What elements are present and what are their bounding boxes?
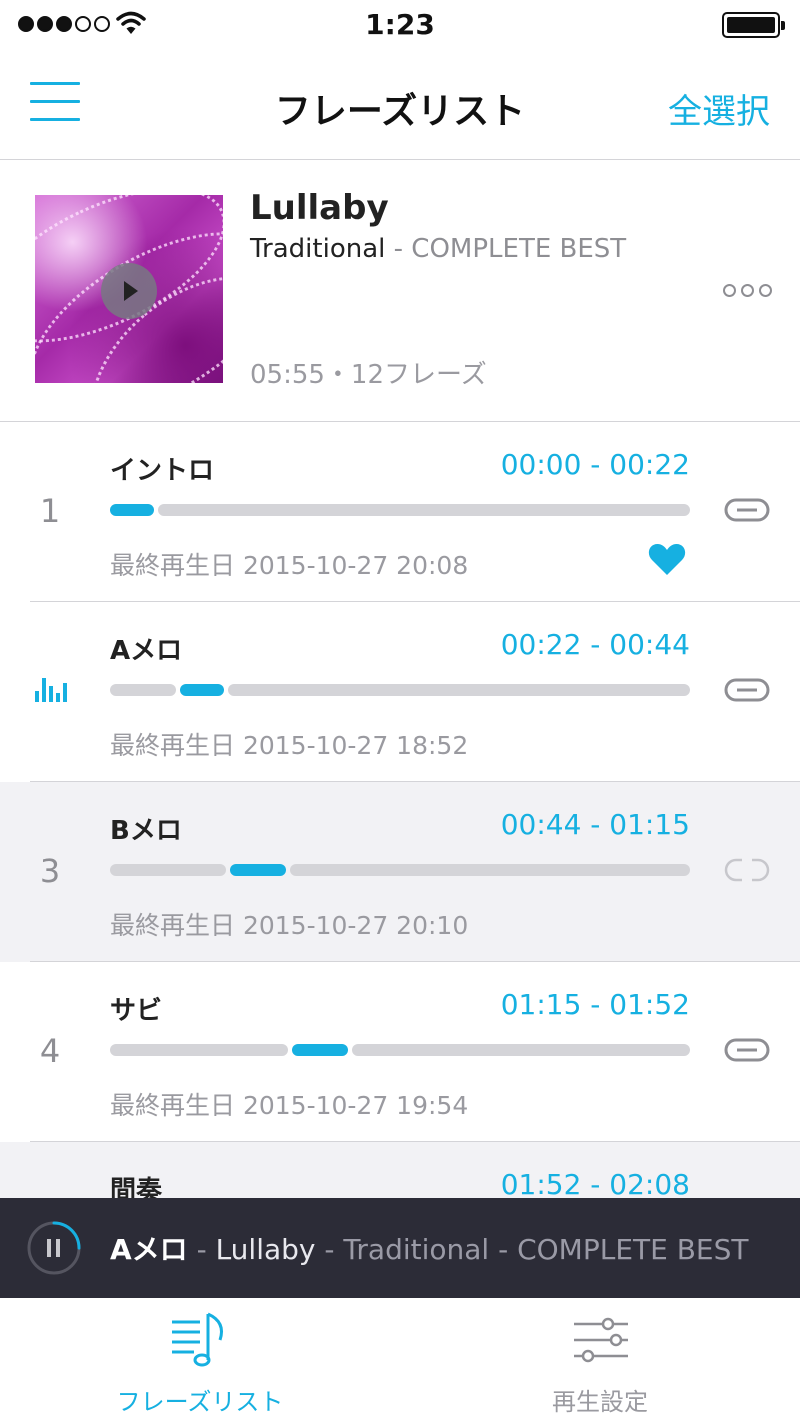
phrase-number: 4 bbox=[39, 1032, 61, 1070]
phrase-time-range: 01:15 - 01:52 bbox=[500, 988, 690, 1021]
phrase-position-bar bbox=[110, 1044, 690, 1056]
now-playing-separator: - bbox=[187, 1233, 216, 1266]
phrase-row[interactable]: 3 Bメロ 00:44 - 01:15 最終再生日 2015-10-27 20:… bbox=[0, 782, 800, 962]
phrase-time-range: 00:44 - 01:15 bbox=[500, 808, 690, 841]
song-duration-phrase-count: 05:55・12フレーズ bbox=[250, 360, 487, 390]
now-playing-phrase: Aメロ bbox=[110, 1233, 188, 1266]
now-playing-separator: - bbox=[315, 1233, 344, 1266]
tab-bar: フレーズリスト 再生設定 bbox=[0, 1298, 800, 1420]
last-played-date: 最終再生日 2015-10-27 18:52 bbox=[110, 731, 469, 760]
phrase-row[interactable]: Aメロ 00:22 - 00:44 最終再生日 2015-10-27 18:52 bbox=[0, 602, 800, 782]
phrase-list: 1 イントロ 00:00 - 00:22 最終再生日 2015-10-27 20… bbox=[0, 422, 800, 1198]
now-playing-text: Aメロ - Lullaby - Traditional - COMPLETE B… bbox=[110, 1228, 749, 1268]
phrase-row[interactable]: 1 イントロ 00:00 - 00:22 最終再生日 2015-10-27 20… bbox=[0, 422, 800, 602]
last-played-date: 最終再生日 2015-10-27 20:08 bbox=[110, 551, 469, 580]
phrase-name: Aメロ bbox=[110, 636, 183, 666]
now-playing-artist-album: Traditional - COMPLETE BEST bbox=[343, 1233, 749, 1266]
phrase-time-range: 00:22 - 00:44 bbox=[500, 628, 690, 661]
phrase-name: Bメロ bbox=[110, 816, 182, 846]
song-title: Lullaby bbox=[250, 188, 389, 228]
song-subtitle: Traditional - COMPLETE BEST bbox=[250, 234, 626, 264]
phrase-number: 1 bbox=[39, 492, 61, 530]
battery-icon bbox=[722, 12, 785, 38]
unlink-icon[interactable] bbox=[724, 856, 770, 884]
phrase-number: 3 bbox=[39, 852, 61, 890]
link-icon[interactable] bbox=[724, 1036, 770, 1064]
phrase-time-range: 01:52 - 02:08 bbox=[500, 1168, 690, 1198]
phrase-position-bar bbox=[110, 864, 690, 876]
song-artist: Traditional bbox=[250, 234, 386, 264]
heart-icon[interactable] bbox=[648, 542, 686, 576]
last-played-date: 最終再生日 2015-10-27 19:54 bbox=[110, 1091, 469, 1120]
tab-label: フレーズリスト bbox=[116, 1388, 284, 1416]
select-all-button[interactable]: 全選択 bbox=[668, 84, 770, 133]
link-icon[interactable] bbox=[724, 676, 770, 704]
status-time: 1:23 bbox=[365, 8, 435, 41]
song-album: COMPLETE BEST bbox=[411, 234, 627, 264]
phrase-name: サビ bbox=[110, 996, 163, 1026]
song-header: Lullaby Traditional - COMPLETE BEST 05:5… bbox=[0, 160, 800, 422]
phrase-name: イントロ bbox=[110, 456, 215, 486]
phrase-time-range: 00:00 - 00:22 bbox=[500, 448, 690, 481]
phrase-position-bar bbox=[110, 684, 690, 696]
tab-label: 再生設定 bbox=[552, 1388, 648, 1416]
phrase-row[interactable]: 4 サビ 01:15 - 01:52 最終再生日 2015-10-27 19:5… bbox=[0, 962, 800, 1142]
now-playing-equalizer-icon bbox=[35, 678, 67, 702]
now-playing-song: Lullaby bbox=[215, 1233, 316, 1266]
status-bar: 1:23 bbox=[0, 0, 800, 50]
phrase-name: 間奏 bbox=[110, 1176, 163, 1198]
pause-icon[interactable] bbox=[47, 1239, 61, 1257]
mini-player[interactable]: Aメロ - Lullaby - Traditional - COMPLETE B… bbox=[0, 1198, 800, 1298]
navigation-bar: フレーズリスト 全選択 bbox=[0, 50, 800, 160]
link-icon[interactable] bbox=[724, 496, 770, 524]
settings-sliders-icon bbox=[574, 1317, 628, 1363]
phrase-row[interactable]: 間奏 01:52 - 02:08 bbox=[0, 1142, 800, 1198]
tab-phrase-list[interactable]: フレーズリスト bbox=[0, 1298, 400, 1420]
subtitle-separator: - bbox=[385, 234, 412, 264]
tab-playback-settings[interactable]: 再生設定 bbox=[400, 1298, 800, 1420]
last-played-date: 最終再生日 2015-10-27 20:10 bbox=[110, 911, 469, 940]
phrase-position-bar bbox=[110, 504, 690, 516]
play-icon[interactable] bbox=[101, 263, 157, 319]
album-artwork[interactable] bbox=[35, 195, 223, 383]
phrase-list-icon bbox=[172, 1312, 223, 1367]
more-options-icon[interactable] bbox=[723, 284, 772, 297]
